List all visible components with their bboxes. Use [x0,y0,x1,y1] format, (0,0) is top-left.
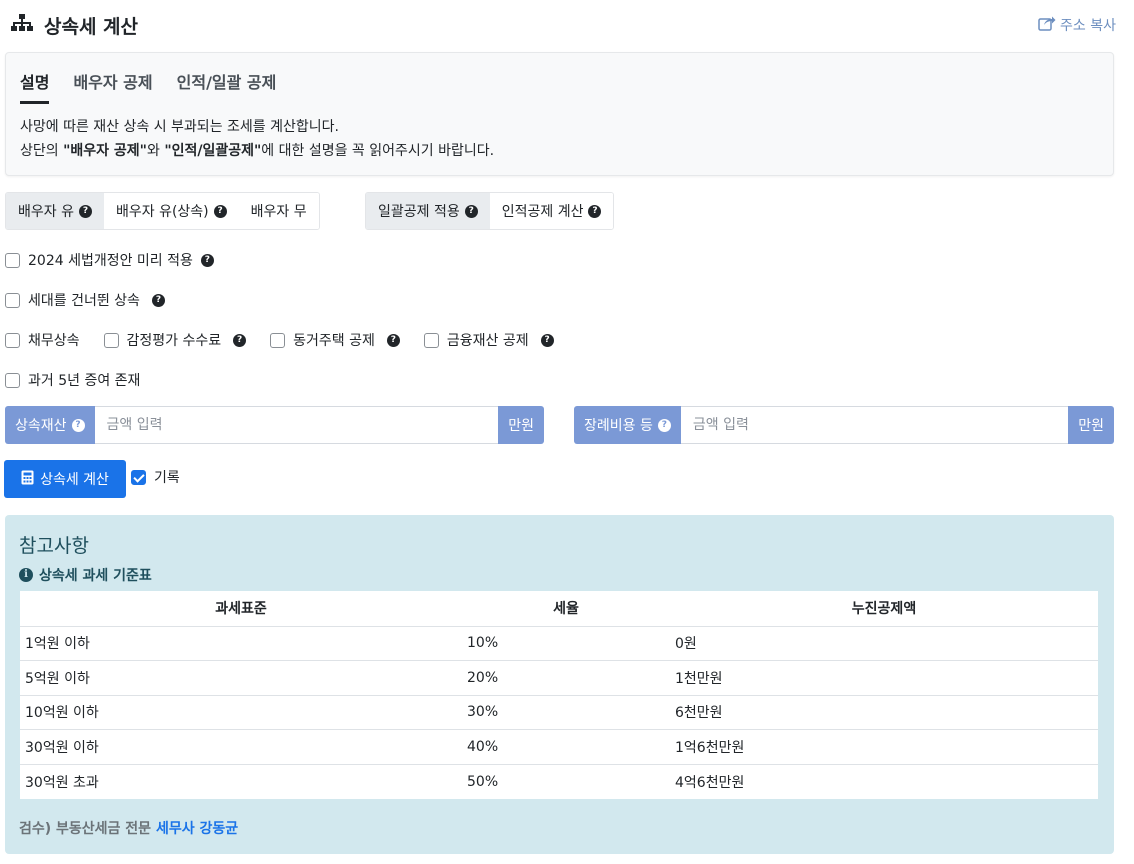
spouse-no-button[interactable]: 배우자 무 [238,193,319,229]
funeral-label: 장례비용 등 ? [574,406,681,444]
generation-skip-checkbox[interactable]: 세대를 건너뛴 상속 ? [5,290,165,310]
help-icon[interactable]: ? [540,333,554,347]
personal-deduction-button[interactable]: 인적공제 계산 ? [489,193,614,229]
prior-gift-checkbox[interactable]: 과거 5년 증여 존재 [5,370,140,390]
copy-url-label: 주소 복사 [1060,18,1116,34]
header-tax-rate: 세율 [462,591,670,627]
debt-inherit-checkbox[interactable]: 채무상속 [5,330,80,350]
reference-title: 참고사항 [19,535,89,557]
table-row: 1억원 이하 10% 0원 [20,626,1098,662]
spouse-deduction-ref: "배우자 공제" [63,143,147,159]
help-icon[interactable]: ? [71,418,85,432]
spouse-yes-inherit-button[interactable]: 배우자 유(상속) ? [103,193,239,229]
description-tabs: 설명 배우자 공제 인적/일괄 공제 [20,69,276,104]
financial-asset-checkbox[interactable]: 금융재산 공제 ? [423,330,554,350]
calculate-label: 상속세 계산 [40,472,109,488]
table-row: 30억원 초과 50% 4억6천만원 [25,773,745,791]
personal-deduction-ref: "인적/일괄공제" [164,143,262,159]
help-icon[interactable]: ? [151,293,165,307]
record-checkbox[interactable]: 기록 [131,467,180,487]
tax-reform-2024-checkbox[interactable]: 2024 세법개정안 미리 적용 ? [5,250,214,270]
spouse-yes-button[interactable]: 배우자 유 ? [6,193,104,229]
tax-rate-table: 과세표준 세율 누진공제액 1억원 이하 10% 0원 5억원 이하 20% 1… [20,591,1098,799]
help-icon[interactable]: ? [200,253,214,267]
page-title: 상속세 계산 [44,15,139,38]
checkbox-row-2: 세대를 건너뛴 상속 ? [5,290,189,310]
help-icon[interactable]: ? [78,204,92,218]
deduction-button-group: 일괄공제 적용 ? 인적공제 계산 ? [365,192,615,230]
help-icon[interactable]: ? [588,204,602,218]
reference-card: 참고사항 i 상속세 과세 기준표 과세표준 세율 누진공제액 1억원 이하 1… [5,515,1114,854]
tab-personal-lump-deduction[interactable]: 인적/일괄 공제 [177,69,277,104]
estate-unit: 만원 [498,406,544,444]
page-header: 상속세 계산 주소 복사 [10,10,1116,40]
help-icon[interactable]: ? [657,418,671,432]
spouse-button-group: 배우자 유 ? 배우자 유(상속) ? 배우자 무 [5,192,320,230]
sitemap-icon [10,13,34,37]
description-line-2: 상단의 "배우자 공제"와 "인적/일괄공제"에 대한 설명을 꼭 읽어주시기 … [20,143,495,159]
header-tax-base: 과세표준 [20,591,462,627]
cohabitation-house-checkbox[interactable]: 동거주택 공제 ? [270,330,400,350]
funeral-amount-input[interactable] [680,406,1069,444]
reviewer-credit: 검수) 부동산세금 전문 세무사 강동균 [19,821,239,837]
checkbox-row-4: 과거 5년 증여 존재 [5,370,164,390]
table-header-row: 과세표준 세율 누진공제액 [20,591,1098,627]
help-icon[interactable]: ? [386,333,400,347]
description-card: 설명 배우자 공제 인적/일괄 공제 사망에 따른 재산 상속 시 부과되는 조… [5,52,1114,176]
funeral-input-group: 장례비용 등 ? 만원 [574,406,1114,444]
help-icon[interactable]: ? [464,204,478,218]
table-row: 5억원 이하 20% 1천만원 [20,660,1098,696]
lump-sum-deduction-button[interactable]: 일괄공제 적용 ? [366,193,490,229]
description-line-1: 사망에 따른 재산 상속 시 부과되는 조세를 계산합니다. [20,119,339,135]
reference-subtitle: i 상속세 과세 기준표 [19,565,152,585]
tab-description[interactable]: 설명 [20,69,50,104]
record-label: 기록 [154,470,180,486]
funeral-unit: 만원 [1068,406,1114,444]
description-text: 사망에 따른 재산 상속 시 부과되는 조세를 계산합니다. 상단의 "배우자 … [20,115,494,163]
appraisal-fee-checkbox[interactable]: 감정평가 수수료 ? [103,330,247,350]
header-progressive-deduction: 누진공제액 [670,591,1098,627]
table-row: 30억원 이하 40% 1억6천만원 [20,729,1098,765]
checkbox-row-3: 채무상속 감정평가 수수료 ? 동거주택 공제 ? 금융재산 공제 ? [5,330,578,350]
estate-label: 상속재산 ? [5,406,95,444]
calculator-icon [21,470,34,489]
reviewer-link[interactable]: 세무사 강동균 [156,821,238,837]
info-icon: i [19,568,33,582]
tab-spouse-deduction[interactable]: 배우자 공제 [73,69,152,104]
help-icon[interactable]: ? [213,204,227,218]
estate-input-group: 상속재산 ? 만원 [5,406,544,444]
calculate-button[interactable]: 상속세 계산 [4,460,126,498]
table-row: 10억원 이하 30% 6천만원 [20,695,1098,731]
checkbox-row-1: 2024 세법개정안 미리 적용 ? [5,250,238,270]
copy-url-button[interactable]: 주소 복사 [1038,15,1116,35]
help-icon[interactable]: ? [233,333,247,347]
share-icon [1038,15,1056,35]
estate-amount-input[interactable] [94,406,499,444]
